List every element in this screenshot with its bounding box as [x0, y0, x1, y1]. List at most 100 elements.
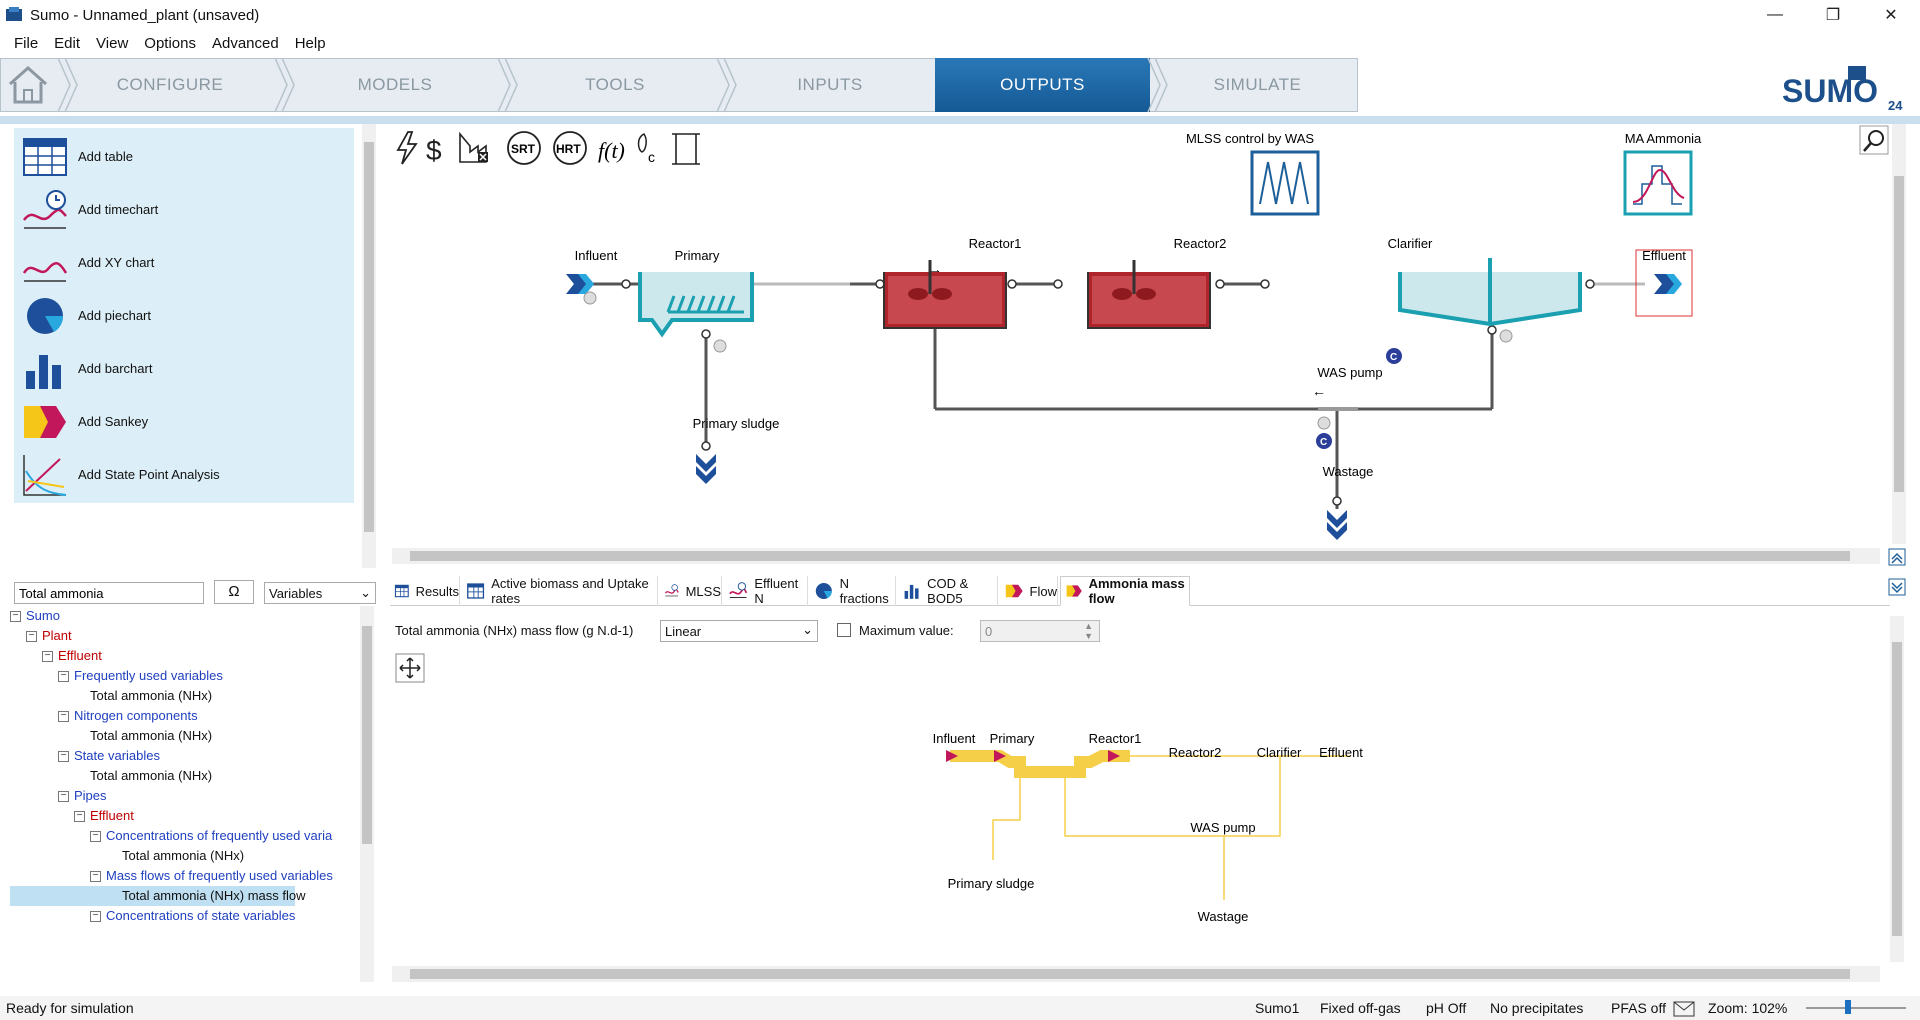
scroll-icon[interactable]: [672, 133, 700, 165]
footprint-icon[interactable]: c: [637, 133, 656, 165]
tree-node[interactable]: − Concentrations of state variables: [90, 906, 295, 926]
tab-mlss[interactable]: MLSS: [660, 576, 722, 606]
tree-node[interactable]: − State variables: [58, 746, 160, 766]
collapse-toggle-icon[interactable]: −: [74, 811, 85, 823]
collapse-toggle-icon[interactable]: −: [26, 631, 37, 643]
sankey-vscrollbar[interactable]: [1890, 616, 1904, 962]
special-chars-button[interactable]: Ω: [214, 580, 254, 604]
add-piechart-tool[interactable]: Add piechart: [14, 287, 354, 347]
piechart-icon: [27, 297, 64, 334]
menu-options[interactable]: Options: [144, 35, 196, 52]
flowsheet-canvas[interactable]: $ SRT HRT f(t) c MLSS control by WAS MA …: [390, 124, 1906, 544]
primary-clarifier-unit[interactable]: Primary: [638, 248, 754, 353]
search-input[interactable]: [14, 582, 204, 604]
sankey-node-primary: Primary: [990, 731, 1035, 746]
dollar-icon[interactable]: $: [426, 135, 442, 166]
tree-node[interactable]: − Effluent: [74, 806, 134, 826]
tab-results[interactable]: Results: [390, 576, 460, 606]
tree-node[interactable]: Total ammonia (NHx): [90, 766, 212, 786]
tab-cod-bod5[interactable]: COD & BOD5: [898, 576, 998, 606]
reactor2-unit[interactable]: Reactor2: [1087, 236, 1226, 329]
tree-node[interactable]: Total ammonia (NHx): [90, 686, 212, 706]
tree-node[interactable]: − Sumo: [10, 606, 60, 626]
was-pump-unit[interactable]: WAS pump ← C: [1312, 365, 1383, 449]
collapse-toggle-icon[interactable]: −: [58, 791, 69, 803]
menu-bar: File Edit View Options Advanced Help: [0, 30, 1920, 56]
status-bar: Ready for simulation Sumo1 Fixed off-gas…: [0, 996, 1920, 1020]
collapse-toggle-icon[interactable]: −: [58, 711, 69, 723]
tree-node[interactable]: Total ammonia (NHx): [122, 846, 244, 866]
sankey-node-effluent: Effluent: [1319, 745, 1363, 760]
close-button[interactable]: ✕: [1862, 0, 1920, 30]
collapse-toggle-icon[interactable]: −: [90, 911, 101, 923]
panel-expand-icon[interactable]: [1888, 578, 1908, 598]
tree-node[interactable]: Total ammonia (NHx) mass flow: [10, 886, 306, 906]
tree-node[interactable]: − Effluent: [42, 646, 102, 666]
hrt-icon[interactable]: HRT: [553, 131, 587, 165]
sankey-hscrollbar[interactable]: [392, 966, 1880, 982]
collapse-toggle-icon[interactable]: −: [58, 751, 69, 763]
minimize-button[interactable]: —: [1746, 0, 1804, 30]
menu-view[interactable]: View: [96, 35, 128, 52]
collapse-toggle-icon[interactable]: −: [42, 651, 53, 663]
function-icon[interactable]: f(t): [598, 138, 625, 163]
tree-node[interactable]: − Concentrations of frequently used varia: [90, 826, 332, 846]
tools-scrollbar[interactable]: [362, 124, 376, 568]
gas-icon[interactable]: [459, 131, 488, 163]
status-pfas[interactable]: PFAS off: [1611, 1000, 1666, 1016]
status-model[interactable]: Sumo1: [1255, 1000, 1299, 1016]
tree-node[interactable]: − Frequently used variables: [58, 666, 223, 686]
menu-file[interactable]: File: [14, 35, 38, 52]
collapse-toggle-icon[interactable]: −: [90, 871, 101, 883]
tree-node[interactable]: − Plant: [26, 626, 72, 646]
restore-button[interactable]: ❐: [1804, 0, 1862, 30]
controller-ma-ammonia[interactable]: MA Ammonia: [1623, 131, 1702, 216]
tab-effluent-n[interactable]: Effluent N: [724, 576, 808, 606]
tree-node[interactable]: − Nitrogen components: [58, 706, 198, 726]
srt-icon[interactable]: SRT: [507, 131, 541, 165]
lightning-icon[interactable]: [396, 131, 418, 165]
zoom-slider[interactable]: [1806, 1007, 1906, 1009]
effluent-unit[interactable]: Effluent: [1635, 248, 1693, 317]
status-ph[interactable]: pH Off: [1426, 1000, 1466, 1016]
zoom-slider-thumb[interactable]: [1845, 1000, 1851, 1014]
tree-node[interactable]: − Mass flows of frequently used variables: [90, 866, 333, 886]
canvas-hscrollbar[interactable]: [392, 548, 1880, 564]
mail-icon[interactable]: [1673, 1001, 1695, 1017]
tab-ammonia-mass-flow[interactable]: Ammonia mass flow: [1060, 576, 1190, 606]
add-table-tool[interactable]: Add table: [14, 128, 354, 188]
wastage-unit[interactable]: Wastage: [1323, 464, 1374, 540]
add-state-point-tool[interactable]: Add State Point Analysis: [14, 446, 354, 506]
influent-unit[interactable]: Influent: [566, 248, 618, 305]
secondary-clarifier-unit[interactable]: Clarifier C: [1386, 236, 1582, 364]
status-offgas[interactable]: Fixed off-gas: [1320, 1000, 1401, 1016]
maximum-checkbox[interactable]: [837, 623, 851, 637]
canvas-vscrollbar[interactable]: [1892, 124, 1906, 544]
tree-node[interactable]: − Pipes: [58, 786, 107, 806]
tab-flow[interactable]: Flow: [1000, 576, 1058, 606]
collapse-toggle-icon[interactable]: −: [10, 611, 21, 623]
add-barchart-tool[interactable]: Add barchart: [14, 340, 354, 400]
tree-scrollbar[interactable]: [360, 606, 374, 982]
add-xychart-tool[interactable]: Add XY chart: [14, 234, 354, 294]
menu-advanced[interactable]: Advanced: [212, 35, 279, 52]
controller-mlss[interactable]: MLSS control by WAS: [1186, 131, 1320, 216]
zoom-magnifier-icon[interactable]: [1859, 125, 1889, 155]
reactor1-unit[interactable]: Reactor1: [883, 236, 1021, 329]
maximum-value-field[interactable]: 0 ▲ ▼: [980, 620, 1100, 642]
tree-node-label: Mass flows of frequently used variables: [106, 868, 333, 883]
collapse-toggle-icon[interactable]: −: [58, 671, 69, 683]
add-sankey-tool[interactable]: Add Sankey: [14, 393, 354, 453]
menu-help[interactable]: Help: [295, 35, 326, 52]
tab-active-biomass-and-uptake-rates[interactable]: Active biomass and Uptake rates: [462, 576, 658, 606]
collapse-toggle-icon[interactable]: −: [90, 831, 101, 843]
add-timechart-tool[interactable]: Add timechart: [14, 181, 354, 241]
tree-node[interactable]: Total ammonia (NHx): [90, 726, 212, 746]
scale-select[interactable]: Linear ⌄: [660, 620, 818, 642]
menu-edit[interactable]: Edit: [54, 35, 80, 52]
status-precipitates[interactable]: No precipitates: [1490, 1000, 1583, 1016]
filter-select[interactable]: Variables ⌄: [264, 582, 376, 604]
title-bar: Sumo - Unnamed_plant (unsaved) — ❐ ✕: [0, 0, 1920, 30]
tab-n-fractions[interactable]: N fractions: [810, 576, 896, 606]
add-timechart-label: Add timechart: [78, 202, 159, 217]
